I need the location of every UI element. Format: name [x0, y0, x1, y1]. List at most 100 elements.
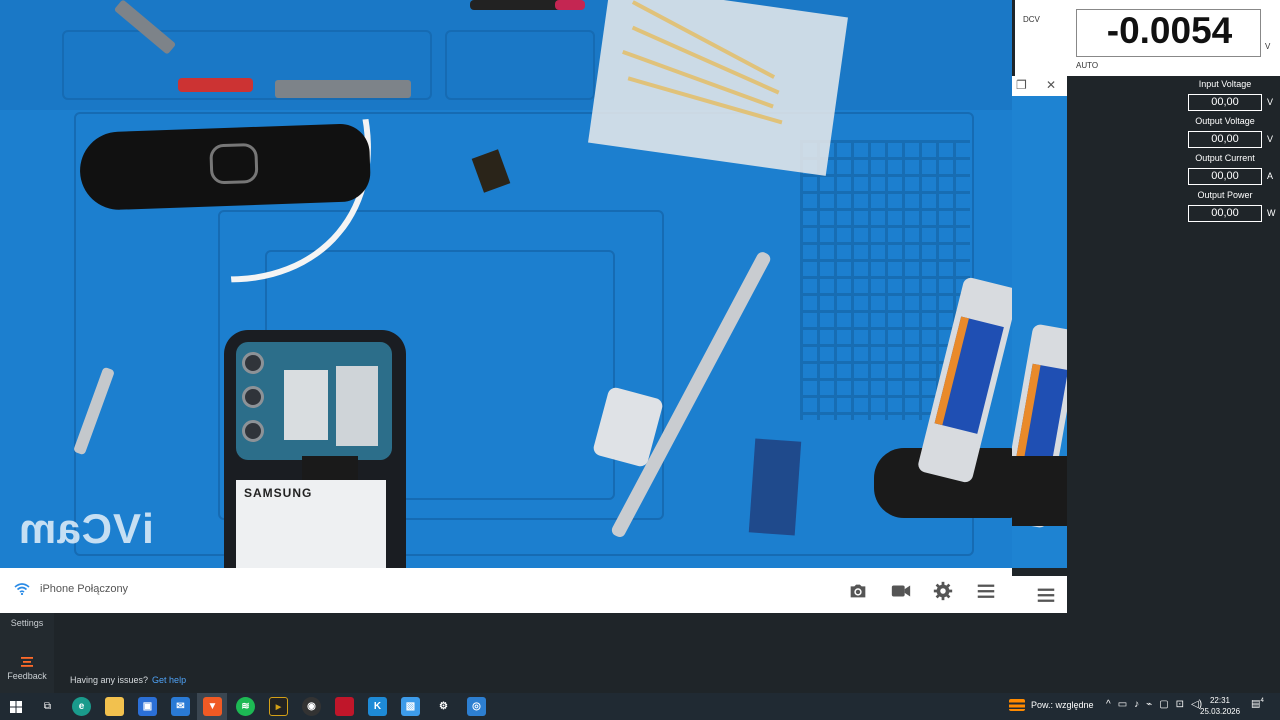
usb-icon[interactable]: ⌁ — [1146, 699, 1152, 710]
output-current-unit: A — [1267, 171, 1274, 181]
power-supply-panel: Input Voltage 00,00 V Output Voltage 00,… — [1067, 76, 1280, 613]
media-app-icon: ▶ — [275, 703, 282, 711]
notification-count: 4 — [1260, 698, 1264, 704]
clock[interactable]: 22:31 25.03.2026 — [1200, 695, 1240, 717]
feedback-nav-item[interactable]: Feedback — [0, 653, 54, 685]
notification-button[interactable]: ▤4 — [1251, 698, 1267, 714]
image-app[interactable]: ▧ — [401, 697, 420, 716]
hamburger-icon — [1037, 588, 1055, 602]
input-voltage-unit: V — [1267, 97, 1274, 107]
mail-app[interactable]: ✉ — [171, 697, 190, 716]
output-current-field[interactable]: 00,00 — [1188, 168, 1262, 185]
wifi-icon — [14, 583, 30, 595]
steam-icon: ⚙ — [439, 701, 448, 712]
meter-value-box: -0.0054 — [1076, 9, 1261, 57]
phone-brand-label: SAMSUNG — [244, 486, 313, 500]
metal-bracket — [275, 80, 411, 98]
meter-mode: DCV — [1023, 15, 1040, 24]
edge-icon: e — [78, 701, 85, 712]
vape-device — [78, 122, 372, 212]
output-voltage-unit: V — [1267, 134, 1274, 144]
store-icon: ▣ — [142, 701, 153, 712]
red-app[interactable] — [335, 697, 354, 716]
output-current-label: Output Current — [1195, 153, 1255, 163]
spotify-app[interactable]: ≋ — [236, 697, 255, 716]
start-button[interactable] — [6, 697, 25, 716]
camera-icon — [850, 584, 866, 598]
steam-app[interactable]: ⚙ — [434, 697, 453, 716]
chevron-up-icon[interactable]: ^ — [1106, 699, 1111, 710]
hamburger-icon — [977, 584, 995, 598]
record-button[interactable] — [889, 579, 913, 603]
feedback-label: Feedback — [7, 671, 47, 681]
spotify-icon: ≋ — [241, 701, 250, 712]
settings-button[interactable] — [931, 579, 955, 603]
input-voltage-field[interactable]: 00,00 — [1188, 94, 1262, 111]
task-view-icon: ⧉ — [43, 701, 52, 712]
weather-icon — [1009, 699, 1025, 711]
weather-widget[interactable]: Pow.: względne — [1009, 699, 1094, 711]
camera-feed-secondary — [1012, 76, 1067, 568]
sticker-part — [178, 78, 253, 92]
input-voltage-label: Input Voltage — [1198, 79, 1252, 89]
obs-app[interactable]: ◉ — [302, 697, 321, 716]
microphone-icon[interactable]: ♪ — [1134, 699, 1139, 710]
meter-range: AUTO — [1076, 61, 1099, 70]
charging-port-board — [748, 438, 802, 536]
clock-time: 22:31 — [1209, 696, 1231, 705]
camera-toolbar: iPhone Połączony — [0, 568, 1012, 613]
file-explorer-app[interactable] — [105, 697, 124, 716]
camera-toolbar-secondary — [1012, 576, 1067, 613]
close-icon[interactable]: ✕ — [1046, 78, 1056, 92]
ivcam-app[interactable]: ◎ — [467, 697, 486, 716]
k-app[interactable]: K — [368, 697, 387, 716]
get-help-link[interactable]: Get help — [152, 675, 186, 685]
meter-value: -0.0054 — [1106, 10, 1233, 51]
brave-app[interactable]: ▼ — [203, 697, 222, 716]
video-camera-icon — [891, 585, 911, 597]
menu-button-secondary[interactable] — [1034, 583, 1058, 607]
multimeter-display: DCV -0.0054 V AUTO — [1015, 0, 1280, 76]
menu-button[interactable] — [974, 579, 998, 603]
output-power-field[interactable]: 00,00 — [1188, 205, 1262, 222]
mat-groove — [445, 30, 595, 100]
gear-icon — [933, 581, 953, 601]
app-footer — [0, 613, 1280, 693]
help-line: Having any issues? Get help — [70, 675, 186, 685]
connection-status-text: iPhone Połączony — [40, 583, 129, 595]
edge-app[interactable]: e — [72, 697, 91, 716]
meter-unit: V — [1265, 42, 1271, 51]
disassembled-phone: SAMSUNG — [224, 330, 406, 568]
settings-nav-item[interactable]: Settings — [0, 613, 54, 633]
output-voltage-label: Output Voltage — [1195, 116, 1255, 126]
task-view-button[interactable]: ⧉ — [38, 697, 57, 716]
network-icon[interactable]: ⊡ — [1176, 699, 1184, 710]
image-app-icon: ▧ — [405, 701, 416, 712]
restore-icon[interactable]: ❐ — [1016, 78, 1027, 92]
windows-icon — [9, 700, 22, 713]
output-power-unit: W — [1267, 208, 1276, 218]
brave-icon: ▼ — [207, 701, 218, 712]
mini-window-bar: ❐ ✕ — [1012, 76, 1067, 96]
ivcam-watermark: iVCam — [18, 505, 154, 552]
mail-icon: ✉ — [176, 701, 185, 712]
help-text: Having any issues? — [70, 675, 149, 685]
k-app-icon: K — [373, 701, 382, 712]
media-app[interactable]: ▶ — [269, 697, 288, 716]
camera-feed: SAMSUNG iVCam — [0, 0, 1012, 568]
settings-label: Settings — [10, 618, 44, 628]
system-tray: ^ ▭ ♪ ⌁ ▢ ⊡ ◁) — [1106, 699, 1202, 710]
side-rail: Settings Feedback — [0, 613, 54, 693]
output-voltage-field[interactable]: 00,00 — [1188, 131, 1262, 148]
connection-status: iPhone Połączony — [14, 583, 128, 595]
output-power-label: Output Power — [1197, 190, 1253, 200]
device-icon[interactable]: ▭ — [1118, 699, 1127, 710]
snapshot-button[interactable] — [846, 579, 870, 603]
feedback-icon — [21, 657, 33, 667]
record-app-icon: ◉ — [307, 701, 316, 712]
weather-text: Pow.: względne — [1031, 700, 1094, 710]
display-icon[interactable]: ▢ — [1159, 699, 1168, 710]
ivcam-app-icon: ◎ — [472, 701, 481, 712]
store-app[interactable]: ▣ — [138, 697, 157, 716]
tool-tip — [555, 0, 585, 10]
